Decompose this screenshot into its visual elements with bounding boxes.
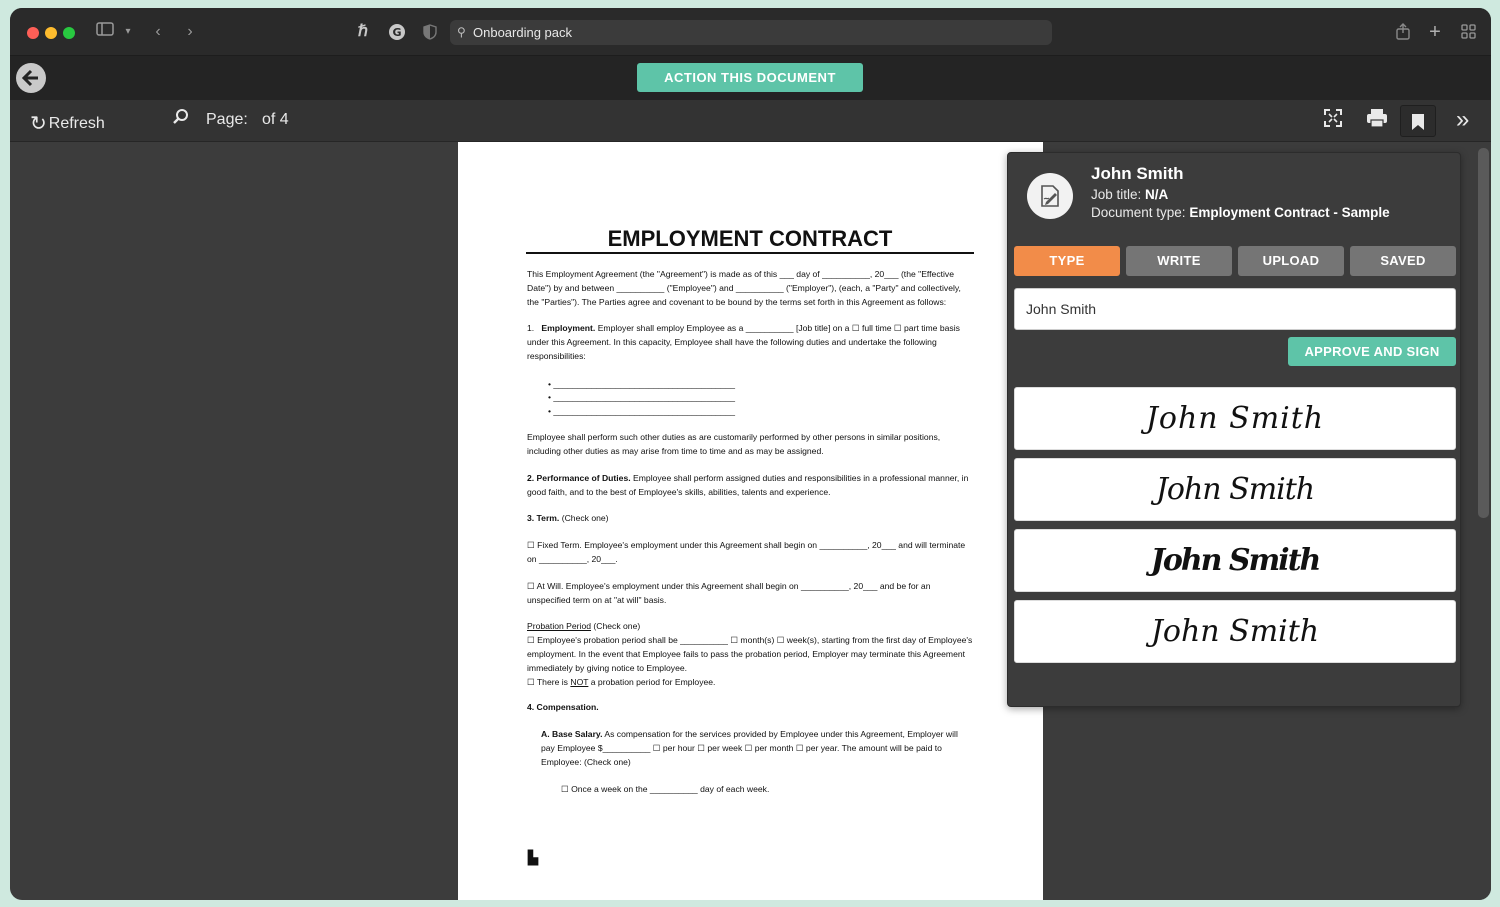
share-icon[interactable]: [1393, 20, 1413, 48]
probation-option-2-pre: ☐ There is: [527, 676, 571, 687]
job-title-label: Job title:: [1091, 187, 1142, 202]
action-document-button[interactable]: ACTION THIS DOCUMENT: [637, 63, 863, 92]
probation-option-2-not: NOT: [570, 676, 589, 687]
app-header: ACTION THIS DOCUMENT: [10, 56, 1491, 100]
back-icon[interactable]: ‹: [150, 20, 166, 44]
viewer-toolbar: ↻ Refresh Page: of 4 »: [10, 100, 1491, 142]
minimize-window-button[interactable]: [45, 27, 57, 39]
browser-window: ▾ ‹ › ℏ G ⚲ Onboarding pack + ACTION THI…: [10, 8, 1491, 900]
refresh-label: Refresh: [48, 115, 105, 132]
double-chevron-right-icon[interactable]: »: [1456, 108, 1469, 132]
tab-saved[interactable]: SAVED: [1350, 246, 1456, 276]
base-salary-paragraph: As compensation for the services provide…: [541, 729, 958, 767]
address-bar[interactable]: ⚲ Onboarding pack: [450, 20, 1052, 45]
employment-heading: Employment.: [541, 323, 596, 334]
page-count: of 4: [262, 111, 289, 128]
grammarly-icon[interactable]: G: [386, 20, 408, 49]
search-icon[interactable]: [172, 108, 190, 132]
plus-icon[interactable]: +: [1425, 20, 1445, 44]
signature-option-2[interactable]: John Smith: [1014, 458, 1456, 521]
job-title-line: Job title: N/A: [1091, 187, 1168, 202]
duty-bullet: • ______________________________________: [548, 405, 736, 416]
probation-note: (Check one): [593, 621, 641, 632]
document-page: EMPLOYMENT CONTRACT This Employment Agre…: [458, 142, 1043, 900]
probation-option-1: ☐ Employee's probation period shall be _…: [527, 635, 973, 673]
signer-name: John Smith: [1091, 164, 1184, 183]
intro-paragraph: This Employment Agreement (the "Agreemen…: [527, 269, 961, 307]
term-heading: 3. Term.: [527, 513, 560, 524]
signature-edit-icon: [1027, 173, 1073, 219]
sign-panel: John Smith Job title: N/A Document type:…: [1007, 152, 1461, 707]
browser-toolbar: ▾ ‹ › ℏ G ⚲ Onboarding pack +: [10, 8, 1491, 56]
job-title-value: N/A: [1145, 187, 1169, 202]
extension-icon[interactable]: ℏ: [352, 20, 374, 44]
document-body: This Employment Agreement (the "Agreemen…: [527, 268, 973, 809]
shield-icon[interactable]: [420, 20, 440, 48]
sidebar-icon[interactable]: [94, 20, 116, 44]
address-text: Onboarding pack: [473, 25, 573, 40]
tab-upload[interactable]: UPLOAD: [1238, 246, 1344, 276]
signature-option-1[interactable]: John Smith: [1014, 387, 1456, 450]
signature-name-input[interactable]: John Smith: [1014, 288, 1456, 330]
approve-and-sign-button[interactable]: APPROVE AND SIGN: [1288, 337, 1456, 366]
signature-option-3[interactable]: John Smith: [1014, 529, 1456, 592]
document-type-label: Document type:: [1091, 205, 1186, 220]
page-label: Page:: [206, 111, 248, 128]
signature-mode-tabs: TYPE WRITE UPLOAD SAVED: [1014, 246, 1456, 276]
svg-text:G: G: [392, 26, 401, 39]
tab-type[interactable]: TYPE: [1014, 246, 1120, 276]
grid-icon[interactable]: [1458, 20, 1478, 47]
tab-write[interactable]: WRITE: [1126, 246, 1232, 276]
duty-bullet: • ______________________________________: [548, 392, 736, 403]
probation-heading: Probation Period: [527, 621, 592, 632]
bookmark-icon[interactable]: [1400, 105, 1436, 137]
document-type-value: Employment Contract - Sample: [1189, 205, 1390, 220]
close-window-button[interactable]: [27, 27, 39, 39]
document-title: EMPLOYMENT CONTRACT: [526, 226, 974, 254]
at-will-paragraph: ☐ At Will. Employee's employment under t…: [527, 580, 931, 605]
search-icon: ⚲: [457, 25, 466, 39]
maximize-window-button[interactable]: [63, 27, 75, 39]
fullscreen-icon[interactable]: [1323, 108, 1343, 134]
chevron-down-icon[interactable]: ▾: [122, 20, 134, 44]
compensation-heading: 4. Compensation.: [527, 702, 599, 713]
duties-paragraph: Employee shall perform such other duties…: [527, 432, 941, 457]
document-logo-icon: ▙: [528, 850, 538, 865]
refresh-button[interactable]: ↻ Refresh: [30, 111, 105, 136]
back-arrow-button[interactable]: [16, 63, 46, 93]
base-salary-heading: A. Base Salary.: [541, 729, 603, 740]
term-note: (Check one): [561, 513, 609, 524]
performance-heading: 2. Performance of Duties.: [527, 472, 631, 483]
scrollbar-thumb[interactable]: [1478, 148, 1489, 518]
duty-bullet: • ______________________________________: [548, 378, 736, 389]
signature-option-4[interactable]: John Smith: [1014, 600, 1456, 663]
once-week-option: ☐ Once a week on the __________ day of e…: [561, 783, 770, 794]
document-type-line: Document type: Employment Contract - Sam…: [1091, 205, 1390, 220]
print-icon[interactable]: [1366, 108, 1388, 134]
fixed-term-paragraph: ☐ Fixed Term. Employee's employment unde…: [527, 540, 966, 565]
probation-option-2-post: a probation period for Employee.: [588, 676, 716, 687]
forward-icon[interactable]: ›: [182, 20, 198, 44]
refresh-icon: ↻: [30, 113, 47, 135]
